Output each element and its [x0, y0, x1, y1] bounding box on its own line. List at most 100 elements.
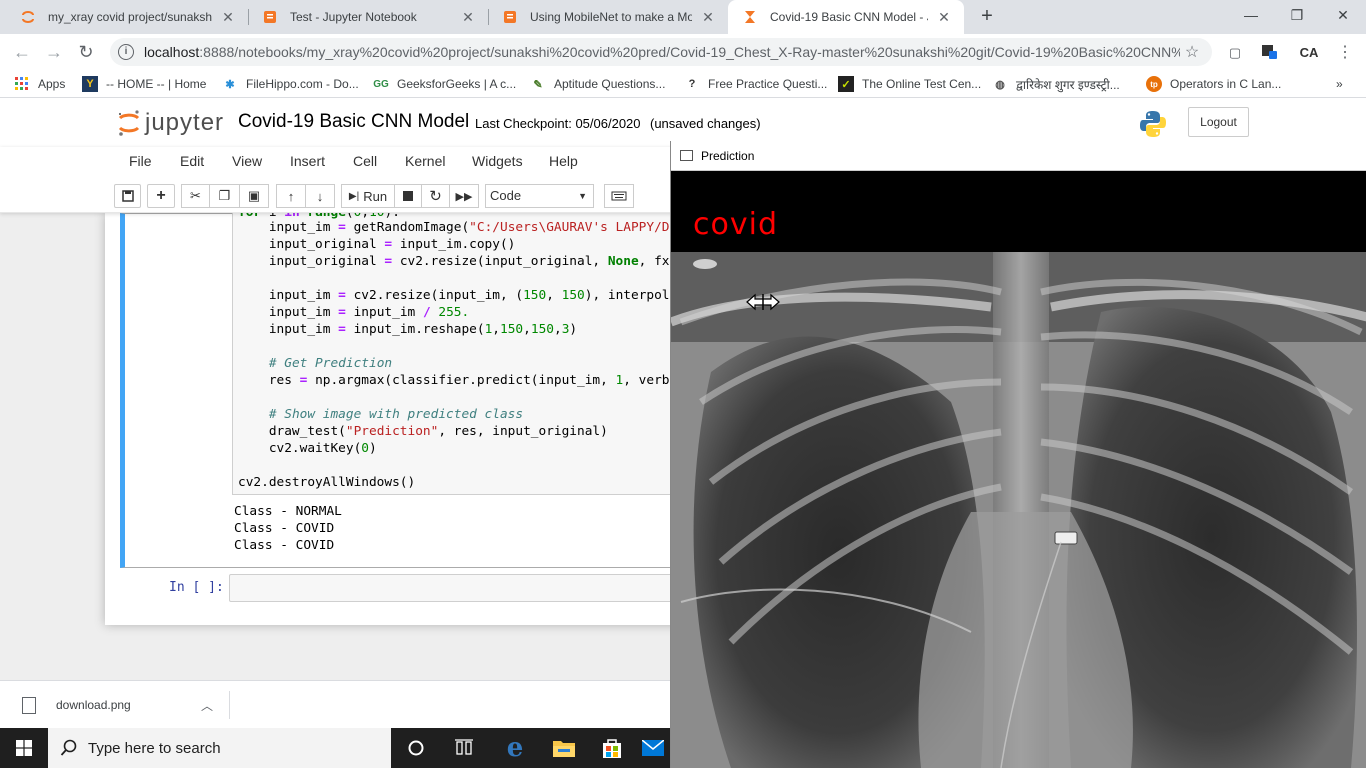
menu-cell[interactable]: Cell [353, 153, 377, 169]
taskbar-search-input[interactable]: Type here to search [48, 728, 391, 768]
cut-icon[interactable]: ✂ [181, 184, 210, 208]
more-bookmarks-icon[interactable]: » [1336, 75, 1343, 93]
tab-mobilenet[interactable]: Using MobileNet to make a Mon ✕ [488, 0, 728, 34]
jupyter-favicon [20, 9, 36, 25]
bookmark-operators-c[interactable]: tp Operators in C Lan... [1146, 75, 1281, 93]
close-icon[interactable]: ✕ [936, 9, 952, 26]
forward-button[interactable]: → [42, 40, 66, 64]
restart-icon[interactable]: ↻ [422, 184, 450, 208]
bookmark-geeksforgeeks[interactable]: GG GeeksforGeeks | A c... [373, 75, 516, 93]
bookmark-aptitude[interactable]: ✎ Aptitude Questions... [530, 75, 665, 93]
ca-extension-icon[interactable]: CA [1298, 42, 1320, 64]
cell-type-select[interactable]: Code ▼ [485, 184, 594, 208]
file-explorer-icon[interactable] [540, 728, 588, 768]
download-item[interactable]: download.png ︿ [14, 691, 230, 719]
mail-icon[interactable] [636, 728, 670, 768]
checkpoint-status: Last Checkpoint: 05/06/2020 [475, 116, 641, 131]
close-icon[interactable]: ✕ [460, 9, 476, 26]
bookmark-home[interactable]: Y -- HOME -- | Home [82, 75, 206, 93]
close-icon[interactable]: ✕ [220, 9, 236, 26]
bookmark-label: Aptitude Questions... [554, 77, 666, 91]
move-down-icon[interactable]: ↓ [306, 184, 335, 208]
menu-kernel[interactable]: Kernel [405, 153, 445, 169]
keyboard-icon[interactable] [604, 184, 634, 208]
code-line: cv2.waitKey(0) [238, 441, 377, 456]
tab-covid-cnn[interactable]: Covid-19 Basic CNN Model - Jup ✕ [728, 0, 964, 34]
logout-button[interactable]: Logout [1188, 107, 1249, 137]
filehippo-icon: ✱ [225, 78, 235, 91]
search-icon [60, 739, 77, 756]
hourglass-icon [742, 9, 758, 25]
run-icon: ▶| [348, 190, 360, 202]
address-bar[interactable]: i localhost:8888/notebooks/my_xray%20cov… [110, 38, 1212, 66]
bookmark-filehippo[interactable]: ✱ FileHippo.com - Do... [222, 75, 358, 93]
menu-widgets[interactable]: Widgets [472, 153, 523, 169]
windows-logo-icon [16, 740, 32, 756]
restore-button[interactable]: ❐ [1274, 0, 1320, 30]
fast-forward-icon[interactable]: ▶▶ [450, 184, 479, 208]
back-button[interactable]: ← [10, 40, 34, 64]
jupyter-logo[interactable]: jupyter [117, 109, 224, 137]
prediction-window[interactable]: Prediction covid [670, 141, 1366, 768]
run-button[interactable]: ▶| Run [341, 184, 395, 208]
code-line: input_im = input_im.reshape(1,150,150,3) [238, 322, 578, 337]
prediction-titlebar[interactable]: Prediction [671, 141, 1366, 171]
info-icon[interactable]: i [118, 44, 134, 60]
bookmark-free-practice[interactable]: ? Free Practice Questi... [684, 75, 828, 93]
stop-icon[interactable] [395, 184, 422, 208]
start-button[interactable] [0, 728, 48, 768]
online-test-icon: ✓ [838, 76, 854, 92]
menu-edit[interactable]: Edit [180, 153, 204, 169]
apps-grid-icon [14, 76, 30, 92]
copy-icon[interactable]: ❐ [210, 184, 240, 208]
input-prompt: In [ ]: [169, 580, 224, 595]
operators-site-icon: tp [1146, 76, 1162, 92]
menu-insert[interactable]: Insert [290, 153, 325, 169]
task-view-icon[interactable] [440, 728, 488, 768]
close-icon[interactable]: ✕ [700, 9, 716, 26]
insert-cell-button[interactable]: + [147, 184, 175, 208]
extension-badge-icon[interactable] [1258, 42, 1280, 64]
browser-toolbar: ← → ↻ i localhost:8888/notebooks/my_xray… [0, 34, 1366, 70]
bookmark-label: Operators in C Lan... [1170, 77, 1282, 91]
save-button[interactable] [114, 184, 141, 208]
tab-title: Test - Jupyter Notebook [290, 10, 417, 24]
cortana-icon[interactable] [392, 728, 440, 768]
output-line: Class - NORMAL [234, 504, 342, 519]
tab-title: my_xray covid project/sunakshi c [48, 10, 212, 24]
file-icon [22, 696, 36, 714]
question-icon: ? [688, 78, 696, 90]
chest-xray-image [671, 252, 1366, 768]
reload-button[interactable]: ↻ [74, 40, 98, 64]
bookmark-label: Free Practice Questi... [708, 77, 828, 91]
move-up-icon[interactable]: ↑ [276, 184, 306, 208]
store-icon[interactable] [588, 728, 636, 768]
window-icon [680, 150, 693, 161]
tab-test-notebook[interactable]: Test - Jupyter Notebook ✕ [248, 0, 488, 34]
search-placeholder: Type here to search [88, 739, 221, 757]
extension-icon[interactable]: ▢ [1224, 42, 1246, 64]
bookmark-star-icon[interactable]: ☆ [1180, 42, 1204, 62]
new-tab-button[interactable]: + [977, 6, 997, 26]
menu-file[interactable]: File [129, 153, 152, 169]
paste-icon[interactable]: ▣ [240, 184, 269, 208]
chevron-up-icon[interactable]: ︿ [201, 697, 213, 714]
code-line: # Get Prediction [268, 356, 393, 371]
bookmark-apps[interactable]: Apps [14, 75, 65, 93]
run-label: Run [363, 188, 388, 204]
notebook-name[interactable]: Covid-19 Basic CNN Model [238, 111, 469, 133]
run-group: ▶| Run ↻ ▶▶ [341, 184, 479, 208]
menu-help[interactable]: Help [549, 153, 578, 169]
menu-icon[interactable]: ⋮ [1334, 42, 1356, 64]
minimize-button[interactable]: — [1228, 0, 1274, 30]
geeksforgeeks-icon: GG [373, 78, 389, 90]
bookmark-dwarikesh[interactable]: ◍ द्वारिकेश शुगर इण्डस्ट्री... [992, 75, 1120, 93]
bookmark-online-test[interactable]: ✓ The Online Test Cen... [838, 75, 981, 93]
menu-view[interactable]: View [232, 153, 262, 169]
close-window-button[interactable]: ✕ [1320, 0, 1366, 30]
edge-icon[interactable]: e [491, 728, 539, 768]
bookmark-label: The Online Test Cen... [862, 77, 982, 91]
code-line: input_original = cv2.resize(input_origin… [238, 254, 708, 269]
tab-my-xray[interactable]: my_xray covid project/sunakshi c ✕ [6, 0, 248, 34]
bookmark-label: Apps [38, 77, 66, 91]
